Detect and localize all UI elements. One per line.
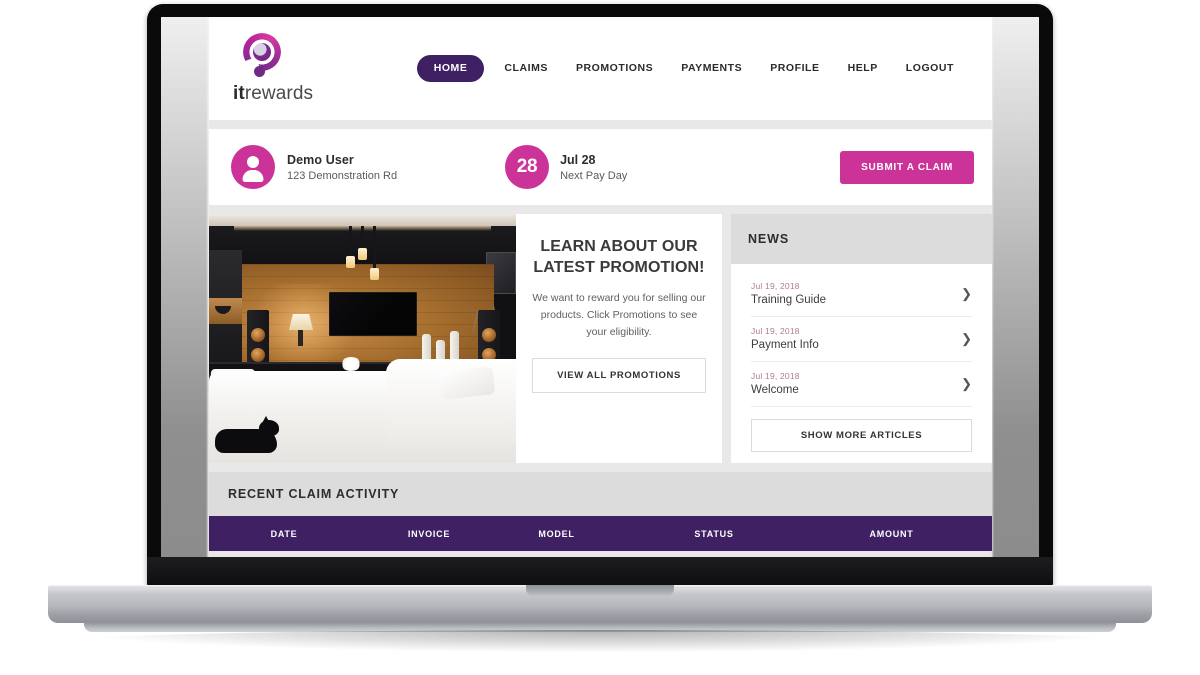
nav-item-home[interactable]: HOME	[416, 55, 485, 82]
screenshot-stage: itrewards HOME CLAIMS PROMOTIONS PAYMENT…	[0, 0, 1200, 675]
brand-wordmark: itrewards	[233, 83, 313, 105]
nav-item-claims[interactable]: CLAIMS	[490, 63, 562, 74]
user-address: 123 Demonstration Rd	[287, 169, 398, 182]
itrewards-logo-icon	[239, 32, 285, 79]
user-name: Demo User	[287, 152, 354, 167]
claims-column-date[interactable]: DATE	[209, 529, 359, 539]
claims-table-header-row: DATE INVOICE MODEL STATUS AMOUNT	[209, 516, 992, 551]
promotion-hero-image	[209, 214, 516, 463]
chevron-right-icon: ❯	[961, 286, 972, 301]
claims-column-status[interactable]: STATUS	[614, 529, 814, 539]
nav-item-profile[interactable]: PROFILE	[756, 63, 833, 74]
news-item-title: Training Guide	[751, 294, 827, 306]
news-item-title: Payment Info	[751, 339, 819, 351]
laptop-screen-frame: itrewards HOME CLAIMS PROMOTIONS PAYMENT…	[147, 4, 1053, 587]
news-item-title: Welcome	[751, 384, 799, 396]
payday-label: Next Pay Day	[560, 169, 628, 182]
page-content-area: itrewards HOME CLAIMS PROMOTIONS PAYMENT…	[209, 17, 992, 572]
news-item-date: Jul 19, 2018	[751, 326, 800, 336]
promotion-card: LEARN ABOUT OUR LATEST PROMOTION! We wan…	[209, 214, 722, 463]
brand-name-rest: rewards	[244, 82, 314, 104]
laptop-lid-notch	[526, 585, 674, 597]
laptop-drop-shadow	[70, 630, 1130, 652]
claims-column-model[interactable]: MODEL	[499, 529, 614, 539]
nav-item-payments[interactable]: PAYMENTS	[667, 63, 756, 74]
brand-logo[interactable]: itrewards	[233, 32, 313, 105]
promotion-title: LEARN ABOUT OUR LATEST PROMOTION!	[533, 238, 705, 277]
claims-column-invoice[interactable]: INVOICE	[359, 529, 499, 539]
user-meta: Demo User 123 Demonstration Rd	[287, 153, 397, 182]
page-right-edge[interactable]	[991, 17, 1039, 572]
news-heading: NEWS	[731, 214, 992, 264]
chevron-right-icon: ❯	[961, 331, 972, 346]
promotion-body: We want to reward you for selling our pr…	[532, 292, 706, 339]
user-summary-bar: Demo User 123 Demonstration Rd 28 Jul 28…	[209, 129, 992, 205]
payday-day-badge: 28	[505, 145, 550, 189]
laptop-display: itrewards HOME CLAIMS PROMOTIONS PAYMENT…	[161, 17, 1039, 572]
recent-claim-activity-card: RECENT CLAIM ACTIVITY DATE INVOICE MODEL…	[209, 472, 992, 551]
chevron-right-icon: ❯	[961, 376, 972, 391]
page-left-edge	[161, 17, 209, 572]
nav-item-logout[interactable]: LOGOUT	[892, 63, 968, 74]
view-all-promotions-button[interactable]: VIEW ALL PROMOTIONS	[532, 358, 706, 394]
show-more-articles-button[interactable]: SHOW MORE ARTICLES	[751, 419, 972, 452]
payday-date: Jul 28	[560, 152, 596, 167]
nav-item-help[interactable]: HELP	[834, 63, 892, 74]
recent-claim-activity-heading: RECENT CLAIM ACTIVITY	[228, 487, 400, 501]
news-item-date: Jul 19, 2018	[751, 371, 800, 381]
main-content-row: LEARN ABOUT OUR LATEST PROMOTION! We wan…	[209, 214, 992, 463]
next-payday-block: 28 Jul 28 Next Pay Day	[505, 145, 627, 189]
news-list-item[interactable]: Jul 19, 2018 Payment Info ❯	[751, 317, 972, 362]
news-list-item[interactable]: Jul 19, 2018 Training Guide ❯	[751, 272, 972, 317]
page-container: itrewards HOME CLAIMS PROMOTIONS PAYMENT…	[209, 17, 992, 551]
claims-column-amount[interactable]: AMOUNT	[814, 529, 969, 539]
user-avatar-icon	[231, 145, 275, 189]
submit-claim-button[interactable]: SUBMIT A CLAIM	[840, 150, 974, 184]
main-navigation: HOME CLAIMS PROMOTIONS PAYMENTS PROFILE …	[416, 55, 968, 82]
news-card: NEWS Jul 19, 2018 Training Guide ❯ Jul 1…	[731, 214, 992, 463]
payday-meta: Jul 28 Next Pay Day	[560, 153, 627, 182]
news-item-date: Jul 19, 2018	[751, 281, 800, 291]
browser-page: itrewards HOME CLAIMS PROMOTIONS PAYMENT…	[161, 17, 1039, 572]
brand-name-bold: it	[233, 82, 245, 104]
news-list-item[interactable]: Jul 19, 2018 Welcome ❯	[751, 362, 972, 407]
site-header: itrewards HOME CLAIMS PROMOTIONS PAYMENT…	[209, 17, 992, 120]
nav-item-promotions[interactable]: PROMOTIONS	[562, 63, 667, 74]
promotion-text-block: LEARN ABOUT OUR LATEST PROMOTION! We wan…	[516, 214, 722, 463]
news-list: Jul 19, 2018 Training Guide ❯ Jul 19, 20…	[731, 264, 992, 452]
